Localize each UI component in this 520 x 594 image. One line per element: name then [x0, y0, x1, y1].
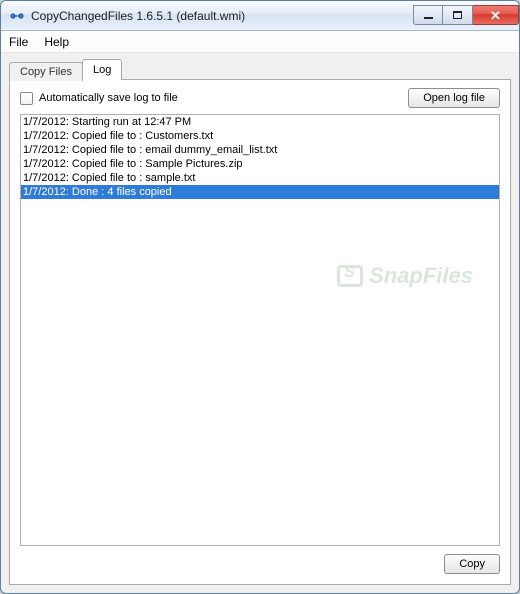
auto-save-checkbox[interactable] — [20, 92, 33, 105]
log-line[interactable]: 1/7/2012: Copied file to : email dummy_e… — [21, 143, 499, 157]
watermark-icon — [337, 265, 363, 287]
minimize-button[interactable] — [413, 5, 443, 25]
copy-button[interactable]: Copy — [444, 554, 500, 574]
tab-panel-log: Automatically save log to file Open log … — [9, 79, 511, 585]
app-icon — [9, 8, 25, 24]
tab-log[interactable]: Log — [82, 59, 122, 80]
auto-save-label: Automatically save log to file — [39, 92, 178, 104]
minimize-icon — [424, 17, 433, 19]
open-log-file-button[interactable]: Open log file — [408, 88, 500, 108]
watermark: SnapFiles — [337, 265, 473, 287]
tabstrip: Copy Files Log — [9, 57, 511, 79]
menu-file[interactable]: File — [9, 35, 28, 49]
close-icon: ✕ — [490, 9, 501, 22]
watermark-text: SnapFiles — [369, 269, 473, 283]
log-line[interactable]: 1/7/2012: Done : 4 files copied — [21, 185, 499, 199]
log-line[interactable]: 1/7/2012: Copied file to : Customers.txt — [21, 129, 499, 143]
log-line[interactable]: 1/7/2012: Copied file to : sample.txt — [21, 171, 499, 185]
auto-save-checkbox-wrap[interactable]: Automatically save log to file — [20, 92, 400, 105]
log-footer: Copy — [10, 554, 510, 584]
titlebar[interactable]: CopyChangedFiles 1.6.5.1 (default.wmi) ✕ — [1, 1, 519, 31]
log-listbox[interactable]: SnapFiles 1/7/2012: Starting run at 12:4… — [20, 114, 500, 546]
menu-help[interactable]: Help — [44, 35, 69, 49]
log-top-row: Automatically save log to file Open log … — [10, 80, 510, 114]
close-button[interactable]: ✕ — [473, 5, 519, 25]
log-line[interactable]: 1/7/2012: Copied file to : Sample Pictur… — [21, 157, 499, 171]
log-line[interactable]: 1/7/2012: Starting run at 12:47 PM — [21, 115, 499, 129]
window-controls: ✕ — [413, 6, 519, 25]
menubar: File Help — [1, 31, 519, 53]
tab-copy-files[interactable]: Copy Files — [9, 62, 83, 81]
window-title: CopyChangedFiles 1.6.5.1 (default.wmi) — [31, 9, 413, 23]
maximize-icon — [453, 11, 462, 19]
content-area: Copy Files Log Automatically save log to… — [9, 57, 511, 585]
maximize-button[interactable] — [443, 5, 473, 25]
app-window: CopyChangedFiles 1.6.5.1 (default.wmi) ✕… — [0, 0, 520, 594]
